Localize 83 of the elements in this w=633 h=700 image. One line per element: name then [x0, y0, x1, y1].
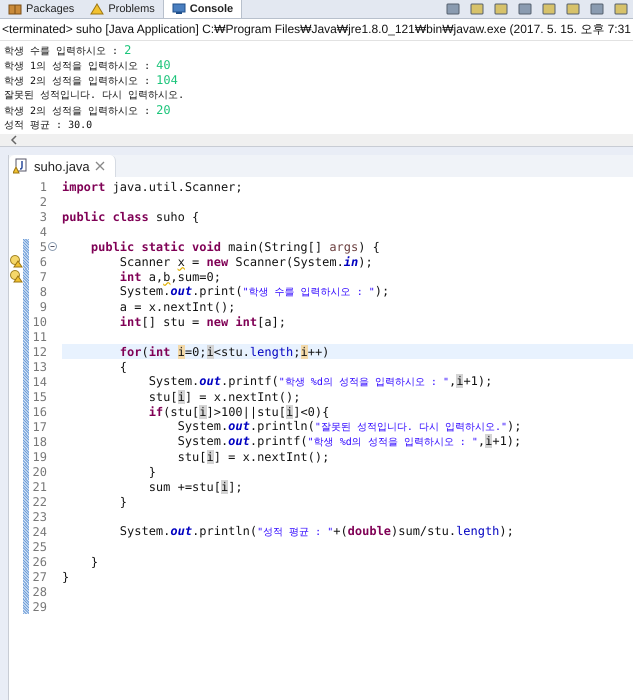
code-line: public static void main(String[] args) { [90, 240, 380, 254]
collapse-icon[interactable] [48, 242, 57, 251]
line-number: 22 [32, 494, 47, 508]
code-line: Scanner x = new Scanner(System.in); [118, 254, 373, 268]
view-tab[interactable]: Packages [0, 0, 82, 18]
line-number: 11 [32, 330, 47, 344]
line-number: 4 [38, 224, 47, 238]
code-line: stu[i] = x.nextInt(); [148, 390, 300, 404]
line-number: 3 [38, 210, 47, 224]
entered-value: 104 [156, 73, 178, 87]
code-line: } [148, 464, 156, 478]
code-line: int[] stu = new int[a]; [118, 314, 286, 328]
entered-value: 2 [124, 43, 132, 57]
line-number: 2 [38, 194, 47, 208]
line-number: 25 [32, 540, 47, 554]
console-output: 학생 1의 성적을 입력하시오 : [4, 61, 152, 72]
line-number: 16 [32, 404, 47, 418]
line-number: 12 [32, 344, 47, 358]
horizontal-scrollbar[interactable] [0, 134, 633, 146]
line-number: 5 [38, 240, 47, 254]
code-line: System.out.printf("학생 %d의 성적을 입력하시오 : ",i+1); [148, 374, 492, 389]
line-number: 14 [32, 374, 47, 388]
console-output: 잘못된 성적입니다. 다시 입력하시오. [4, 90, 184, 101]
close-icon[interactable] [94, 161, 105, 171]
warning-icon [90, 3, 104, 15]
toolbar-icon[interactable] [541, 3, 557, 15]
code-line: stu[i] = x.nextInt(); [176, 450, 330, 464]
line-number: 20 [32, 464, 47, 478]
line-number: 27 [32, 570, 47, 584]
code-line: System.out.print("학생 수를 입력하시오 : "); [118, 284, 390, 299]
editor-tab[interactable]: suho.java [9, 155, 116, 177]
line-number: 6 [38, 254, 47, 268]
code-line: } [62, 570, 70, 584]
console-output: 학생 2의 성적을 입력하시오 : [4, 76, 152, 87]
code-line: } [90, 554, 98, 568]
line-number: 21 [32, 480, 47, 494]
code-line: if(stu[i]>100||stu[i]<0){ [148, 404, 330, 418]
line-number: 18 [32, 434, 47, 448]
view-tab[interactable]: Problems [82, 0, 163, 18]
code-line: for(int i=0;i<stu.length;i++) [118, 344, 330, 358]
toolbar-icon[interactable] [445, 3, 461, 15]
toolbar-icon[interactable] [517, 3, 533, 15]
console-output: 성적 평균 : 30.0 [4, 120, 92, 131]
line-number: 8 [38, 284, 47, 298]
line-number: 9 [38, 300, 47, 314]
code-line: a = x.nextInt(); [118, 300, 236, 314]
line-number: 13 [32, 360, 47, 374]
code-line: } [118, 494, 128, 508]
line-number: 7 [38, 270, 47, 284]
code-line: System.out.println("성적 평균 : "+(double)sum/stu.length); [118, 524, 514, 539]
toolbar-icon[interactable] [613, 3, 629, 15]
line-number: 17 [32, 420, 47, 434]
console-output: 학생 수를 입력하시오 : [4, 46, 120, 57]
line-number: 24 [32, 524, 47, 538]
code-line: System.out.printf("학생 %d의 성적을 입력하시오 : ",i+1); [176, 434, 522, 449]
monitor-icon [172, 3, 186, 15]
warning-bulb-icon[interactable] [9, 269, 23, 283]
warning-bulb-icon[interactable] [9, 254, 23, 268]
console-header: <terminated> suho [Java Application] C:₩Program Files₩Java₩jre1.8.0_121₩bin₩javaw.exe (2017. 5. 15. 오후 7:31 [0, 19, 633, 41]
code-line: { [118, 360, 128, 374]
code-line: sum +=stu[i]; [148, 480, 243, 494]
line-number: 23 [32, 510, 47, 524]
code-line: int a,b,sum=0; [118, 270, 221, 284]
code-line: System.out.println("잘못된 성적입니다. 다시 입력하시오."); [176, 419, 522, 434]
entered-value: 40 [156, 58, 171, 72]
toolbar-icon[interactable] [565, 3, 581, 15]
line-number: 19 [32, 450, 47, 464]
view-tab[interactable]: Console [162, 0, 242, 18]
line-number: 10 [32, 314, 47, 328]
package-icon [8, 3, 22, 15]
code-line: import java.util.Scanner; [62, 180, 243, 194]
line-number: 15 [32, 390, 47, 404]
entered-value: 20 [156, 103, 171, 117]
code-line: public class suho { [62, 210, 200, 224]
line-number: 26 [32, 554, 47, 568]
toolbar-icon[interactable] [589, 3, 605, 15]
java-file-warning-icon [13, 158, 29, 174]
line-number: 1 [38, 180, 47, 194]
toolbar-icon[interactable] [469, 3, 485, 15]
console-output: 학생 2의 성적을 입력하시오 : [4, 106, 152, 117]
toolbar-icon[interactable] [493, 3, 509, 15]
line-number: 28 [32, 584, 47, 598]
line-number: 29 [32, 600, 47, 614]
